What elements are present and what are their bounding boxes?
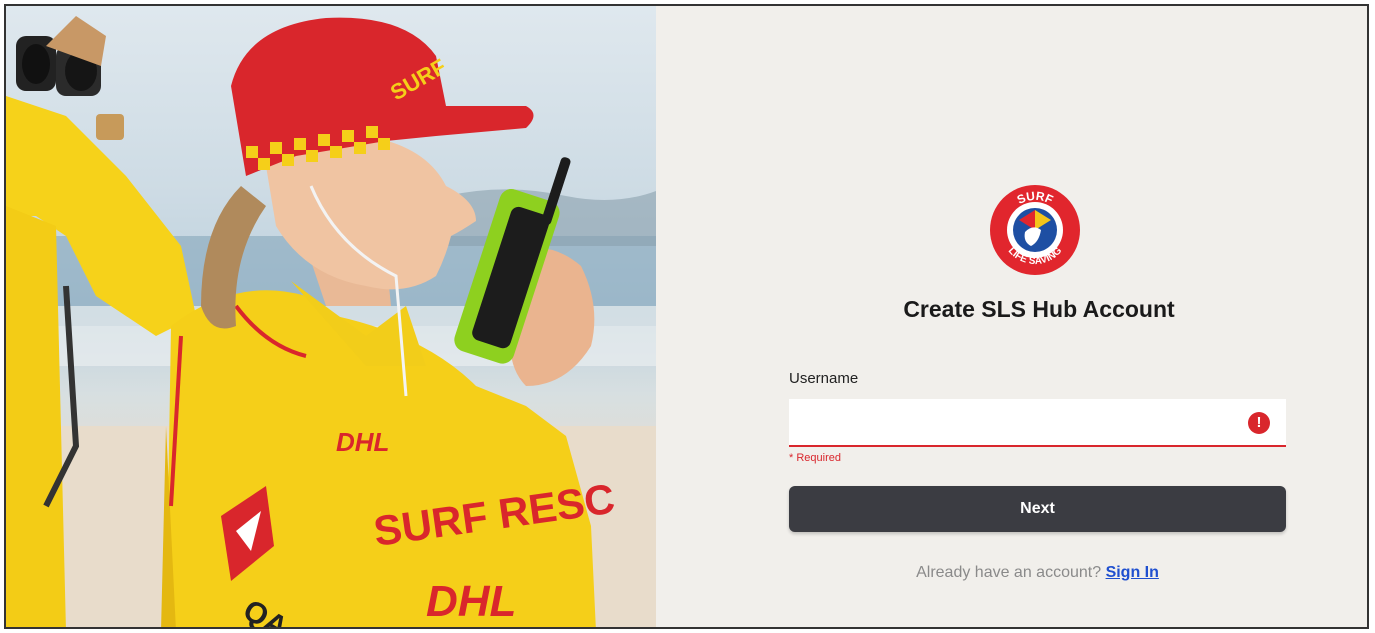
svg-text:DHL: DHL bbox=[426, 577, 516, 626]
username-label: Username bbox=[789, 370, 859, 387]
hero-image: DHL SURF RESC DHL QA SURF bbox=[6, 6, 656, 627]
error-icon: ! bbox=[1248, 412, 1270, 434]
username-input[interactable] bbox=[789, 399, 1253, 443]
signin-link[interactable]: Sign In bbox=[1106, 564, 1159, 581]
next-button[interactable]: Next bbox=[789, 486, 1286, 532]
signin-prompt-row: Already have an account? Sign In bbox=[789, 564, 1286, 582]
surf-life-saving-logo: SURF LIFE SAVING bbox=[990, 185, 1080, 275]
signup-panel: SURF LIFE SAVING Create SLS Hub Account … bbox=[656, 6, 1367, 627]
signin-prompt-text: Already have an account? bbox=[916, 564, 1106, 581]
signup-window: DHL SURF RESC DHL QA SURF SURF LIFE SAVI… bbox=[4, 4, 1369, 629]
required-error-text: * Required bbox=[789, 452, 841, 464]
page-title: Create SLS Hub Account bbox=[903, 296, 1175, 322]
lifeguard-illustration: DHL SURF RESC DHL QA SURF bbox=[6, 16, 656, 627]
svg-text:DHL: DHL bbox=[336, 427, 389, 457]
username-field-wrapper: ! bbox=[789, 399, 1286, 447]
